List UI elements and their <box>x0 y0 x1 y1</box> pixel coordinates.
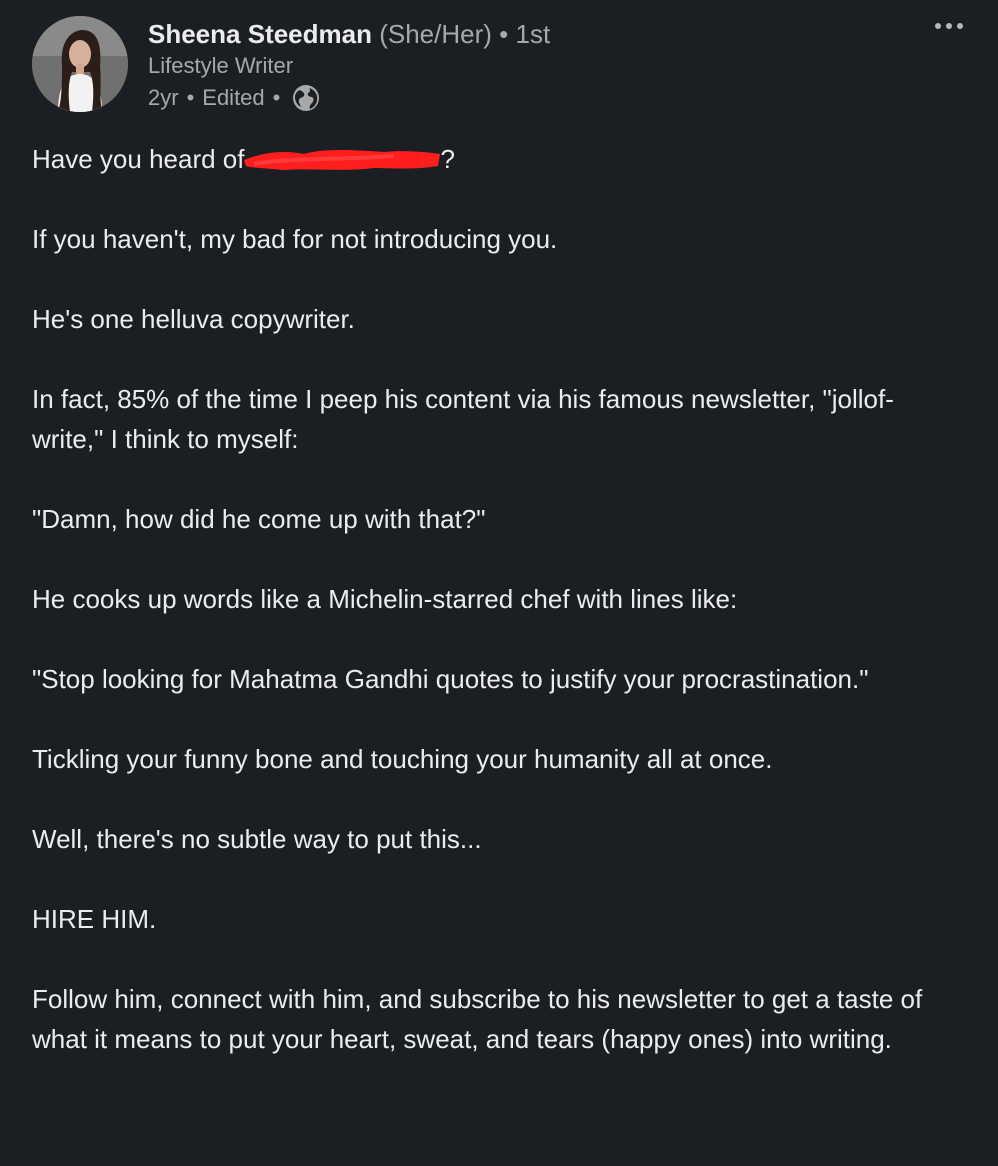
post-paragraph: He cooks up words like a Michelin-starre… <box>32 584 738 614</box>
more-options-button[interactable] <box>932 16 966 36</box>
post-paragraph: "Damn, how did he come up with that?" <box>32 504 486 534</box>
post-line-prefix: Have you heard of <box>32 144 245 174</box>
connection-degree: 1st <box>515 19 551 49</box>
post-paragraph: "Stop looking for Mahatma Gandhi quotes … <box>32 664 869 694</box>
name-line: Sheena Steedman (She/Her) • 1st <box>148 14 550 54</box>
author-pronouns: (She/Her) <box>379 19 492 49</box>
separator-dot: • <box>186 85 195 110</box>
post-header: Sheena Steedman (She/Her) • 1st Lifestyl… <box>32 14 966 114</box>
author-meta: Sheena Steedman (She/Her) • 1st Lifestyl… <box>148 14 550 114</box>
post-line-suffix: ? <box>440 144 455 174</box>
author-name[interactable]: Sheena Steedman <box>148 19 372 49</box>
globe-icon <box>292 84 320 112</box>
post-body: Have you heard of? If you haven't, my ba… <box>32 139 962 1099</box>
post-paragraph: Have you heard of? <box>32 139 962 179</box>
separator-dot: • <box>272 85 281 110</box>
post-paragraph: HIRE HIM. <box>32 904 157 934</box>
post-time-line: 2yr • Edited • <box>148 82 550 114</box>
post-paragraph: Well, there's no subtle way to put this.… <box>32 824 482 854</box>
author-avatar[interactable] <box>32 16 128 112</box>
post-paragraph: In fact, 85% of the time I peep his cont… <box>32 384 894 454</box>
separator-dot: • <box>499 19 509 49</box>
redacted-name <box>244 146 441 172</box>
post-paragraph: Follow him, connect with him, and subscr… <box>32 984 923 1054</box>
profile-photo-icon <box>32 16 128 112</box>
author-headline: Lifestyle Writer <box>148 53 294 78</box>
post-paragraph: He's one helluva copywriter. <box>32 304 355 334</box>
more-horizontal-icon <box>935 23 963 29</box>
post-paragraph: Tickling your funny bone and touching yo… <box>32 744 773 774</box>
post-time[interactable]: 2yr <box>148 82 179 114</box>
edited-label: Edited <box>202 85 265 110</box>
post-paragraph: If you haven't, my bad for not introduci… <box>32 224 558 254</box>
